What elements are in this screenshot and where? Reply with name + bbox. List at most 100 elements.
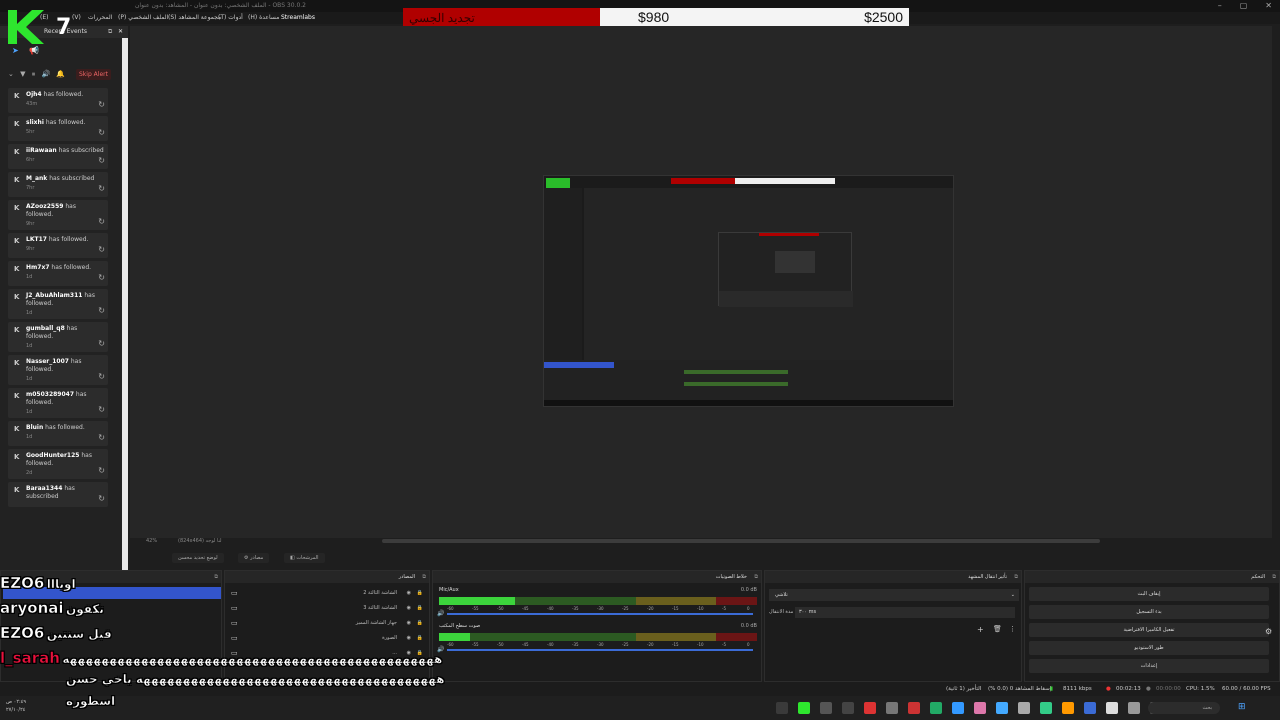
properties-button[interactable]: ⚙ مصادر xyxy=(238,553,270,563)
source-item[interactable]: ▭ الشاشة الثالثة 2 ◉ 🔒 xyxy=(231,587,427,599)
lock-icon[interactable]: 🔒 xyxy=(417,632,423,644)
replay-icon[interactable]: ↻ xyxy=(98,184,105,193)
chevron-down-icon[interactable]: ⌄ xyxy=(8,70,14,78)
source-name: الصورة xyxy=(382,635,397,641)
taskbar-app-icon[interactable] xyxy=(864,702,876,714)
replay-icon[interactable]: ↻ xyxy=(98,128,105,137)
control-button[interactable]: إيقاف البث xyxy=(1029,587,1269,601)
volume-slider[interactable] xyxy=(447,649,753,651)
source-item[interactable]: ▭ الصورة ◉ 🔒 xyxy=(231,632,427,644)
minimize-button[interactable]: – xyxy=(1218,0,1222,12)
live-time: 00:02:13 xyxy=(1116,686,1141,692)
close-button[interactable]: ✕ xyxy=(1265,0,1272,12)
source-item[interactable]: ▭ جهاز الشاشة المميز ◉ 🔒 xyxy=(231,617,427,629)
skip-alert-button[interactable]: Skip Alert xyxy=(76,69,111,80)
source-type-icon: ▭ xyxy=(231,649,238,657)
menu-item-docks[interactable]: المحررات xyxy=(88,12,112,24)
lock-icon[interactable]: 🔒 xyxy=(417,617,423,629)
control-button[interactable]: بدء التسجيل xyxy=(1029,605,1269,619)
goal-current: $980 xyxy=(638,9,670,25)
replay-icon[interactable]: ↻ xyxy=(98,100,105,109)
menu-item-scene-collection[interactable]: (S) مجموعة المشاهد xyxy=(168,12,221,24)
volume-icon[interactable]: 🔊 xyxy=(437,610,444,617)
menu-item-profile[interactable]: (P) الملف الشخصي xyxy=(118,12,168,24)
trash-icon[interactable]: 🗑 xyxy=(993,625,1002,633)
taskbar-app-icon[interactable] xyxy=(1128,702,1140,714)
menu-item-streamlabs[interactable]: Streamlabs xyxy=(281,12,315,24)
transition-select[interactable]: تلاشي ⌄ xyxy=(769,589,1019,601)
eye-icon[interactable]: ◉ xyxy=(407,632,411,644)
volume-slider[interactable] xyxy=(447,613,753,615)
clock[interactable]: ٠٢:٤٩ ص ٢٧/١٠/٢٤ xyxy=(6,698,26,714)
eye-icon[interactable]: ◉ xyxy=(407,587,411,599)
eye-icon[interactable]: ◉ xyxy=(407,602,411,614)
replay-icon[interactable]: ↻ xyxy=(98,466,105,475)
replay-icon[interactable]: ↻ xyxy=(98,273,105,282)
gear-icon[interactable]: ⚙ xyxy=(1265,627,1272,636)
control-button[interactable]: طور الاستوديو xyxy=(1029,641,1269,655)
taskbar-app-icon[interactable] xyxy=(1062,702,1074,714)
control-button[interactable]: إعدادات xyxy=(1029,659,1269,673)
taskbar-app-icon[interactable] xyxy=(798,702,810,714)
eye-icon[interactable]: ◉ xyxy=(407,647,411,659)
filter-icon[interactable]: ▼ xyxy=(20,70,25,78)
dock-scrollbar[interactable] xyxy=(122,38,128,570)
filters-button[interactable]: ◧ المرشحات xyxy=(284,553,325,563)
float-dock-icon[interactable]: ⧉ xyxy=(108,26,112,38)
transform-button[interactable]: لوضع تحديد محسن xyxy=(172,553,224,563)
windows-start-icon[interactable]: ⊞ xyxy=(1238,702,1246,712)
event-action: has followed. xyxy=(43,91,84,98)
replay-icon[interactable]: ↻ xyxy=(98,433,105,442)
close-dock-icon[interactable]: ✕ xyxy=(118,26,123,38)
meter-tick: -50 xyxy=(497,606,504,611)
taskbar-app-icon[interactable] xyxy=(1084,702,1096,714)
more-icon[interactable]: ⋮ xyxy=(1009,625,1016,633)
scene-selected[interactable] xyxy=(3,587,221,599)
controls-title: التحكم xyxy=(1251,574,1265,580)
taskbar-app-icon[interactable] xyxy=(886,702,898,714)
replay-icon[interactable]: ↻ xyxy=(98,494,105,503)
volume-icon[interactable]: 🔊 xyxy=(437,646,444,653)
replay-icon[interactable]: ↻ xyxy=(98,245,105,254)
menu-item-tools[interactable]: (T) أدوات xyxy=(218,12,243,24)
taskbar-app-icon[interactable] xyxy=(820,702,832,714)
replay-icon[interactable]: ↻ xyxy=(98,156,105,165)
source-item[interactable]: ▭ الشاشة الثالثة 3 ◉ 🔒 xyxy=(231,602,427,614)
replay-icon[interactable]: ↻ xyxy=(98,339,105,348)
event-item: K Nasser_1007 has followed. 1d ↻ xyxy=(8,355,108,385)
search-box[interactable]: بحث xyxy=(1148,702,1220,714)
lock-icon[interactable]: 🔒 xyxy=(417,587,423,599)
taskbar-app-icon[interactable] xyxy=(776,702,788,714)
volume-icon[interactable]: 🔊 xyxy=(41,70,50,78)
add-icon[interactable]: + xyxy=(977,625,984,634)
taskbar-app-icon[interactable] xyxy=(952,702,964,714)
taskbar-app-icon[interactable] xyxy=(1018,702,1030,714)
replay-icon[interactable]: ↻ xyxy=(98,217,105,226)
pause-icon[interactable]: ⏸ xyxy=(32,70,36,78)
send-icon[interactable]: ➤ xyxy=(12,46,19,55)
lock-icon[interactable]: 🔒 xyxy=(417,647,423,659)
replay-icon[interactable]: ↻ xyxy=(98,306,105,315)
eye-icon[interactable]: ◉ xyxy=(407,617,411,629)
source-item[interactable]: ▭... ◉ 🔒 xyxy=(231,647,427,659)
taskbar-app-icon[interactable] xyxy=(842,702,854,714)
control-button[interactable]: تفعيل الكاميرا الافتراضية xyxy=(1029,623,1269,637)
taskbar-app-icon[interactable] xyxy=(1106,702,1118,714)
taskbar-app-icon[interactable] xyxy=(996,702,1008,714)
bell-icon[interactable]: 🔔 xyxy=(56,70,65,78)
source-type-icon: ▭ xyxy=(231,619,238,627)
replay-icon[interactable]: ↻ xyxy=(98,405,105,414)
maximize-button[interactable]: ▢ xyxy=(1240,0,1248,12)
zoom-level[interactable]: 42% xyxy=(146,538,157,544)
lock-icon[interactable]: 🔒 xyxy=(417,602,423,614)
taskbar-app-icon[interactable] xyxy=(908,702,920,714)
taskbar-app-icon[interactable] xyxy=(930,702,942,714)
replay-icon[interactable]: ↻ xyxy=(98,372,105,381)
taskbar-app-icon[interactable] xyxy=(1040,702,1052,714)
duration-input[interactable]: ٣٠٠ ms xyxy=(795,607,1015,618)
megaphone-icon[interactable]: 📢 xyxy=(29,46,39,55)
taskbar-app-icon[interactable] xyxy=(974,702,986,714)
menu-item-help[interactable]: (H) مساعدة xyxy=(248,12,279,24)
preview-source[interactable] xyxy=(543,175,954,407)
event-item: Km0503289047 has followed. 1d ↻ xyxy=(8,388,108,418)
